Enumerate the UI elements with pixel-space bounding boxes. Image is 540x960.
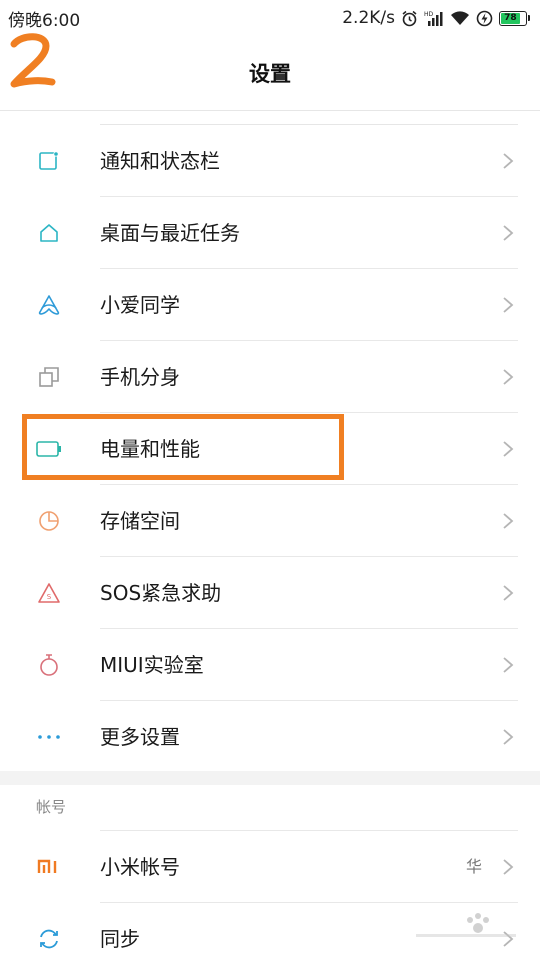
chevron-right-icon (503, 729, 514, 745)
settings-item-label: MIUI实验室 (100, 653, 204, 677)
settings-item-label: 手机分身 (100, 365, 180, 389)
signal-icon: HD (424, 10, 444, 26)
settings-item-sos[interactable]: S SOS紧急求助 (0, 557, 540, 629)
account-name-value: 华 (465, 857, 482, 876)
settings-item-xiaoai[interactable]: 小爱同学 (0, 269, 540, 341)
settings-item-home-screen[interactable]: 桌面与最近任务 (0, 197, 540, 269)
chevron-right-icon (503, 225, 514, 241)
header: 设置 (0, 36, 540, 110)
status-icons: 2.2K/s HD 78 (342, 8, 530, 28)
wifi-icon (450, 10, 470, 26)
chevron-right-icon (503, 513, 514, 529)
settings-item-miui-lab[interactable]: MIUI实验室 (0, 629, 540, 701)
mi-icon (36, 854, 62, 880)
chevron-right-icon (503, 297, 514, 313)
lab-icon (36, 652, 62, 678)
settings-item-storage[interactable]: 存储空间 (0, 485, 540, 557)
notification-icon (36, 148, 62, 174)
highlight-annotation (22, 414, 344, 480)
chevron-right-icon (503, 859, 514, 875)
settings-item-more[interactable]: 更多设置 (0, 701, 540, 773)
settings-item-label: SOS紧急求助 (100, 581, 222, 605)
battery-indicator: 78 (499, 10, 530, 26)
chevron-right-icon (503, 153, 514, 169)
chevron-right-icon (503, 369, 514, 385)
svg-text:S: S (47, 593, 52, 601)
settings-item-label: 小爱同学 (100, 293, 180, 317)
header-divider (0, 110, 540, 111)
charging-icon (476, 10, 493, 27)
xiaoai-icon (36, 292, 62, 318)
alarm-icon (401, 10, 418, 27)
storage-icon (36, 508, 62, 534)
section-title-account: 帐号 (36, 798, 67, 816)
battery-level: 78 (501, 12, 520, 24)
more-icon (36, 724, 62, 750)
settings-item-label: 同步 (100, 927, 140, 951)
settings-item-label: 通知和状态栏 (100, 149, 220, 173)
sync-icon (36, 926, 62, 952)
section-separator (0, 771, 540, 785)
sos-icon: S (36, 580, 62, 606)
settings-item-label: 存储空间 (100, 509, 180, 533)
settings-item-second-space[interactable]: 手机分身 (0, 341, 540, 413)
svg-text:HD: HD (424, 11, 434, 18)
status-time: 傍晚6:00 (8, 10, 81, 31)
chevron-right-icon (503, 441, 514, 457)
status-bar: 傍晚6:00 2.2K/s HD 78 (0, 0, 540, 36)
settings-item-notifications[interactable]: 通知和状态栏 (0, 125, 540, 197)
net-speed: 2.2K/s (342, 8, 395, 28)
settings-item-label: 小米帐号 (100, 855, 180, 879)
page-title: 设置 (249, 62, 291, 86)
home-icon (36, 220, 62, 246)
chevron-right-icon (503, 585, 514, 601)
settings-item-label: 更多设置 (100, 725, 180, 749)
settings-item-label: 桌面与最近任务 (100, 221, 240, 245)
second-space-icon (36, 364, 62, 390)
chevron-right-icon (503, 657, 514, 673)
watermark-logo (416, 913, 516, 937)
settings-item-mi-account[interactable]: 小米帐号 华 (0, 831, 540, 903)
